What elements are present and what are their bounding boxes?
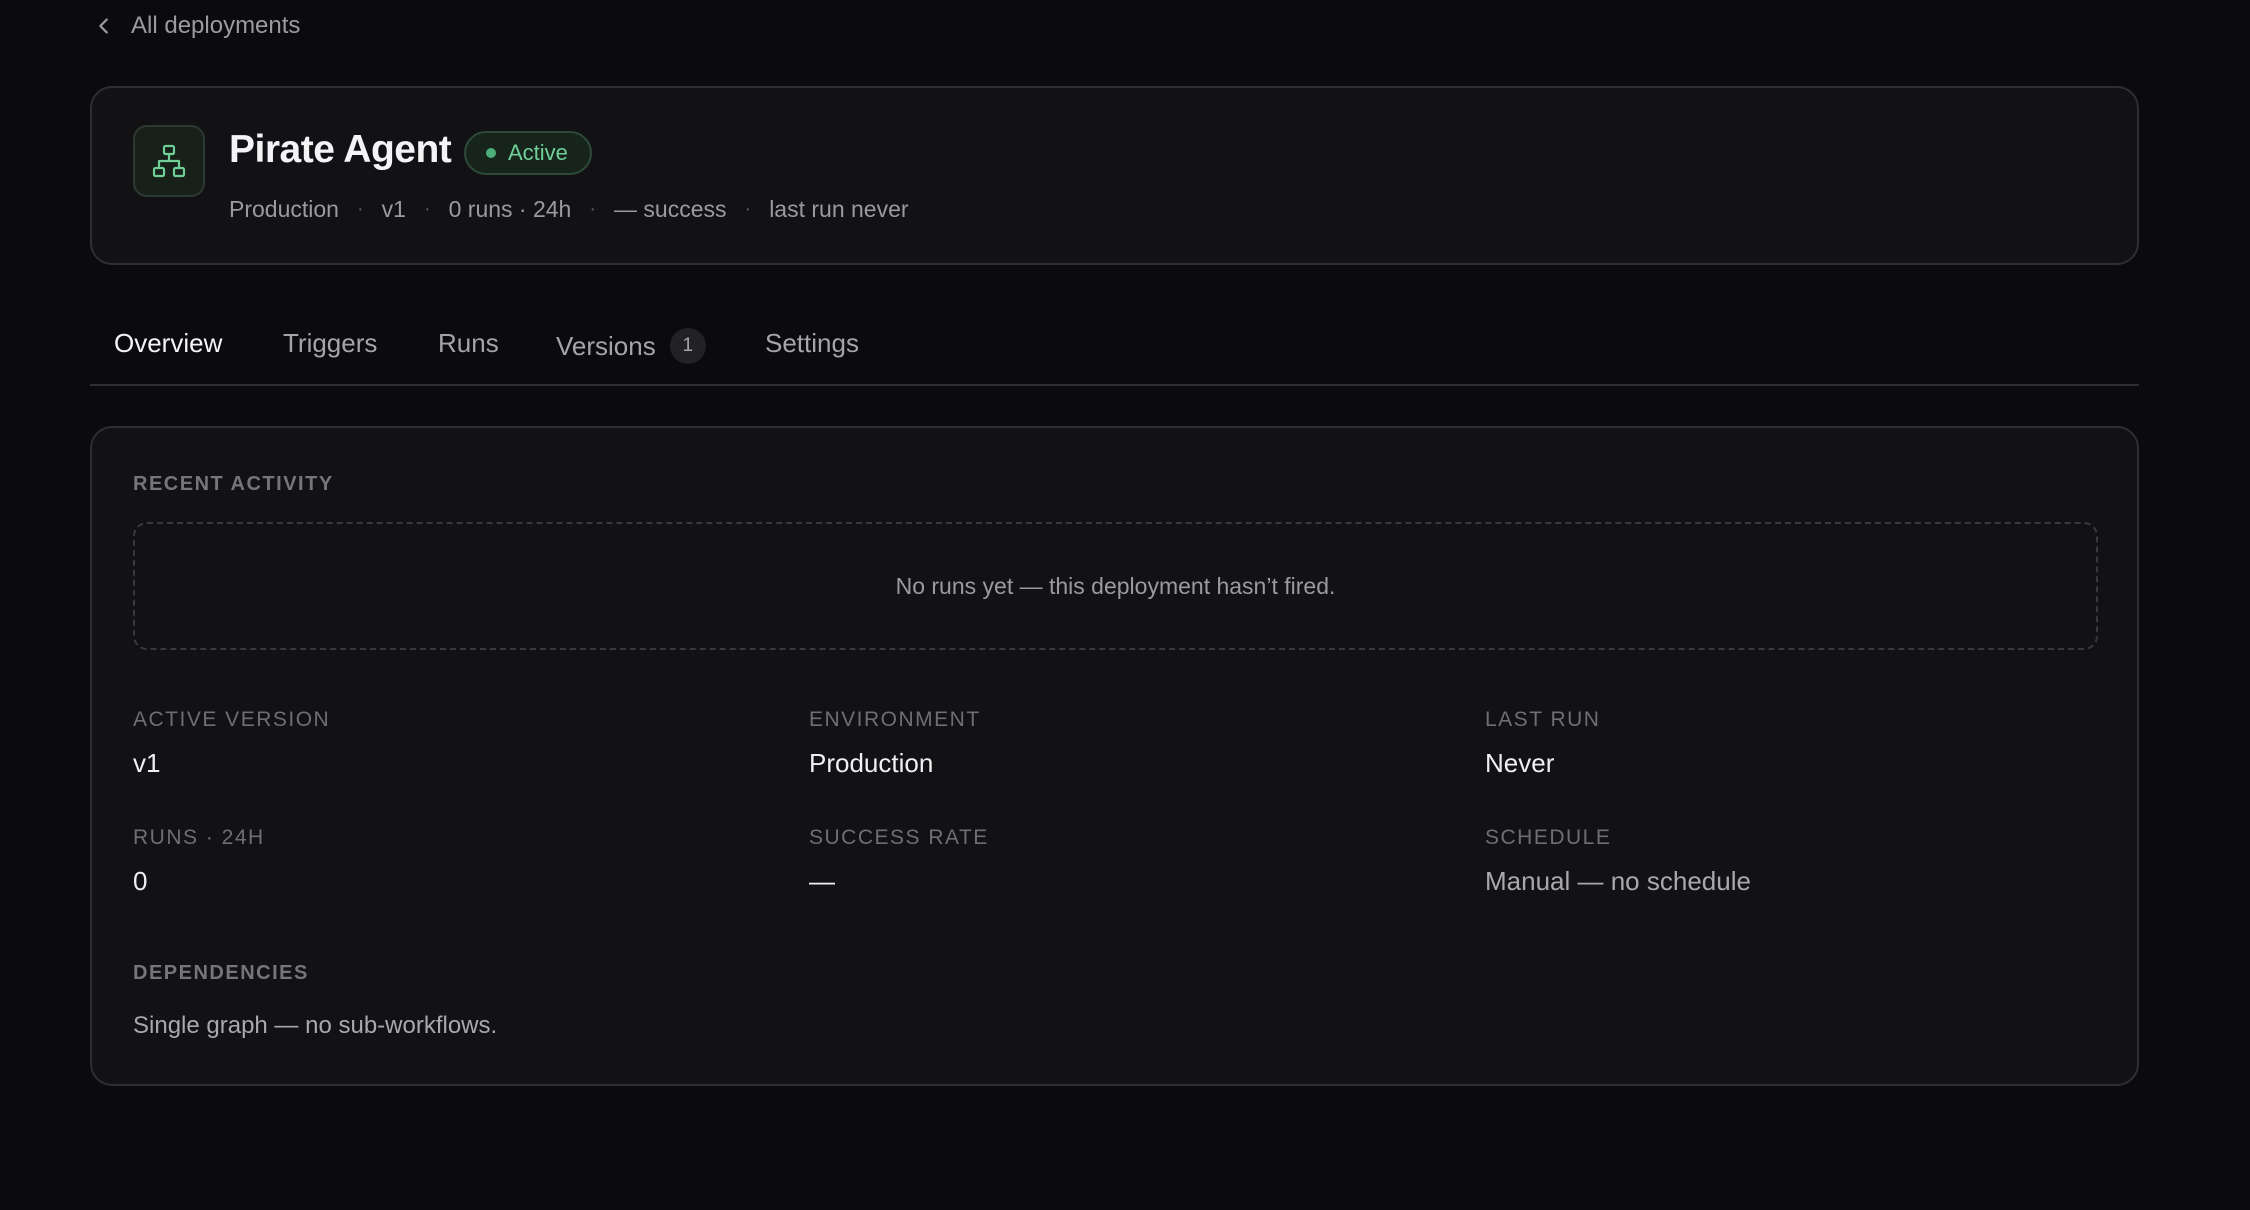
meta-separator: · xyxy=(356,198,364,220)
stat-value: Never xyxy=(1485,748,1555,778)
dependencies-text: Single graph — no sub-workflows. xyxy=(133,1012,498,1039)
tab-label: Triggers xyxy=(283,328,378,358)
deployment-detail-page: All deployments Pirate Agent Active Prod… xyxy=(0,0,2250,1210)
stat-success-rate: SUCCESS RATE — xyxy=(809,826,989,897)
stat-label: LAST RUN xyxy=(1485,708,1601,731)
page-title: Pirate Agent xyxy=(229,128,452,171)
stat-value: — xyxy=(809,866,835,896)
recent-activity-empty-state: No runs yet — this deployment hasn’t fir… xyxy=(133,522,2098,650)
meta-runs: 0 runs · 24h xyxy=(448,196,572,222)
stat-label: SCHEDULE xyxy=(1485,826,1612,849)
stat-environment: ENVIRONMENT Production xyxy=(809,708,981,779)
back-link-label: All deployments xyxy=(131,12,301,39)
deployment-meta: Production · v1 · 0 runs · 24h · — succe… xyxy=(229,196,909,223)
back-link[interactable]: All deployments xyxy=(93,12,300,40)
stat-value: v1 xyxy=(133,748,161,778)
stat-label: RUNS · 24H xyxy=(133,826,265,849)
stat-active-version: ACTIVE VERSION v1 xyxy=(133,708,330,779)
tab-triggers[interactable]: Triggers xyxy=(283,328,377,359)
empty-state-message: No runs yet — this deployment hasn’t fir… xyxy=(895,572,1336,599)
status-dot xyxy=(486,148,496,158)
workflow-graph-icon xyxy=(133,125,205,197)
tab-label: Overview xyxy=(114,328,223,358)
meta-last-run: last run never xyxy=(769,196,909,222)
dependencies-heading: DEPENDENCIES xyxy=(133,962,309,984)
stat-label: ACTIVE VERSION xyxy=(133,708,331,731)
meta-success: — success xyxy=(614,196,727,222)
meta-separator: · xyxy=(744,198,752,220)
chevron-left-icon xyxy=(99,18,108,34)
tab-label: Settings xyxy=(765,328,859,358)
tab-label: Runs xyxy=(438,328,499,358)
stat-value: 0 xyxy=(133,866,148,896)
meta-separator: · xyxy=(423,198,431,220)
stat-value: Production xyxy=(809,748,934,778)
status-label: Active xyxy=(508,140,568,165)
meta-environment: Production xyxy=(229,196,339,222)
stat-last-run: LAST RUN Never xyxy=(1485,708,1600,779)
stat-label: ENVIRONMENT xyxy=(809,708,981,731)
recent-activity-heading: RECENT ACTIVITY xyxy=(133,473,334,495)
tab-overview[interactable]: Overview xyxy=(114,328,222,359)
tab-label: Versions xyxy=(556,330,656,361)
meta-separator: · xyxy=(589,198,597,220)
meta-version: v1 xyxy=(381,196,406,222)
tab-versions[interactable]: Versions 1 xyxy=(556,328,706,364)
stat-runs-24h: RUNS · 24H 0 xyxy=(133,826,265,897)
tab-bar: Overview Triggers Runs Versions 1 Settin… xyxy=(90,318,2139,386)
tab-settings[interactable]: Settings xyxy=(765,328,859,359)
versions-count-badge: 1 xyxy=(669,328,706,364)
stat-value: Manual — no schedule xyxy=(1485,866,1751,896)
stat-schedule: SCHEDULE Manual — no schedule xyxy=(1485,826,1751,897)
tab-runs[interactable]: Runs xyxy=(438,328,499,359)
status-badge: Active xyxy=(464,131,592,175)
deployment-header-card: Pirate Agent Active Production · v1 · 0 … xyxy=(90,86,2139,265)
overview-panel: RECENT ACTIVITY No runs yet — this deplo… xyxy=(90,426,2139,1086)
stat-label: SUCCESS RATE xyxy=(809,826,989,849)
